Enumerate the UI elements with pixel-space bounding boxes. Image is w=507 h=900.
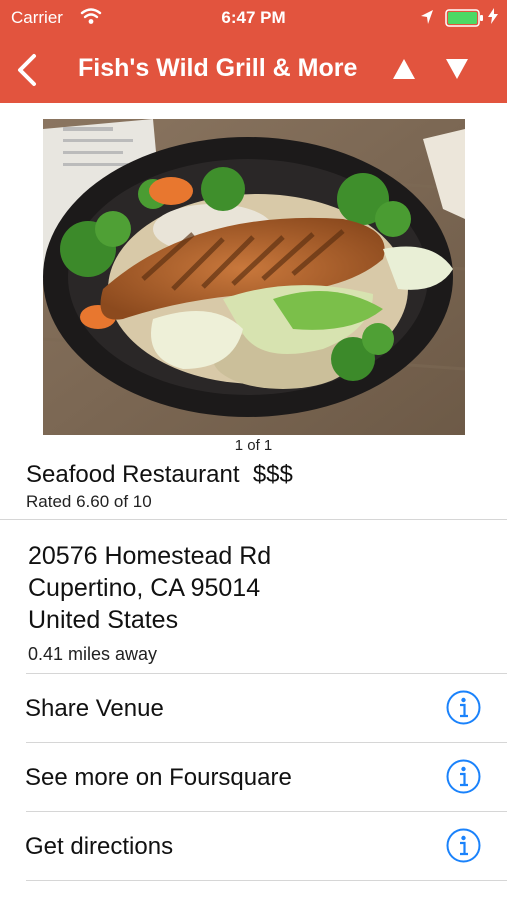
foursquare-label: See more on Foursquare — [25, 764, 292, 791]
triangle-up-icon — [393, 59, 415, 79]
triangle-down-icon — [446, 59, 468, 79]
status-bar: Carrier 6:47 PM — [0, 0, 507, 36]
get-directions-label: Get directions — [25, 833, 174, 860]
distance-label: 0.41 miles away — [28, 644, 158, 664]
charging-bolt-icon — [488, 8, 498, 27]
divider — [26, 880, 507, 881]
chevron-left-icon — [18, 54, 36, 86]
address-line-1[interactable]: 20576 Homestead Rd — [28, 542, 271, 571]
info-icon[interactable] — [446, 759, 481, 794]
photo-counter: 1 of 1 — [234, 437, 273, 454]
battery-icon — [445, 9, 485, 32]
get-directions-row[interactable]: Get directions — [0, 812, 507, 880]
share-venue-label: Share Venue — [25, 695, 164, 722]
share-venue-row[interactable]: Share Venue — [0, 674, 507, 742]
info-icon[interactable] — [446, 690, 481, 725]
previous-venue-button[interactable] — [391, 56, 417, 82]
navigation-bar: Fish's Wild Grill & More — [0, 36, 507, 103]
page-title: Fish's Wild Grill & More — [78, 54, 358, 82]
address-line-3[interactable]: United States — [28, 606, 178, 635]
venue-category: Seafood Restaurant $$$ — [26, 461, 293, 489]
location-arrow-icon — [420, 9, 434, 30]
address-line-2[interactable]: Cupertino, CA 95014 — [28, 574, 260, 603]
info-icon[interactable] — [446, 828, 481, 863]
venue-photo[interactable] — [43, 119, 465, 435]
divider — [0, 519, 507, 520]
venue-rating: Rated 6.60 of 10 — [26, 492, 152, 511]
next-venue-button[interactable] — [444, 56, 470, 82]
price-tier: $$$ — [252, 461, 293, 488]
foursquare-row[interactable]: See more on Foursquare — [0, 743, 507, 811]
header-bar: Carrier 6:47 PM Fish's Wild Grill & More — [0, 0, 507, 103]
back-button[interactable] — [14, 52, 40, 88]
venue-category-label: Seafood Restaurant — [26, 461, 240, 488]
